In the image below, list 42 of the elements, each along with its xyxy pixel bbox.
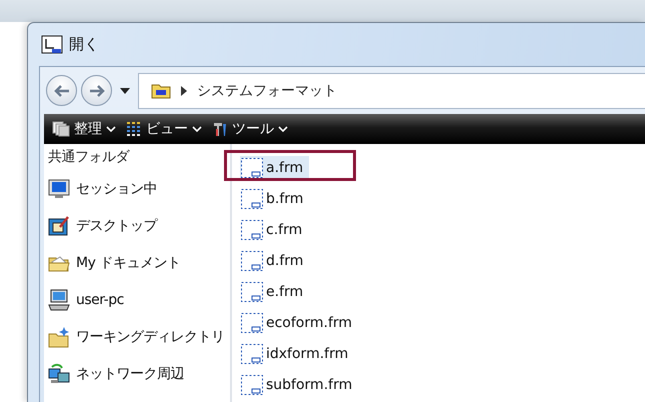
file-item[interactable]: d.frm — [240, 248, 310, 272]
tools-icon — [212, 121, 228, 137]
grid-view-icon — [126, 121, 142, 137]
sidebar-item[interactable]: My ドキュメント — [76, 254, 180, 272]
chevron-down-icon — [192, 126, 202, 132]
forward-button[interactable] — [81, 75, 112, 106]
folder-icon — [48, 254, 70, 272]
pages-icon — [52, 121, 70, 137]
sidebar-item[interactable]: user-pc — [76, 292, 124, 308]
desktop-icon — [48, 214, 70, 236]
toolbar-button[interactable]: 整理 — [50, 120, 118, 138]
sidebar-header: 共通フォルダ — [47, 148, 130, 167]
back-button[interactable] — [46, 75, 77, 106]
address-bar[interactable]: システムフォーマット — [138, 72, 645, 108]
chevron-down-icon — [278, 126, 288, 132]
sidebar-item[interactable]: デスクトップ — [76, 216, 157, 234]
file-item[interactable]: c.frm — [240, 218, 308, 242]
sidebar-item[interactable]: セッション中 — [76, 180, 157, 198]
breadcrumb-arrow-icon — [181, 86, 187, 96]
folder-icon — [151, 82, 171, 98]
file-item[interactable]: e.frm — [240, 280, 310, 304]
sidebar-item[interactable]: ワーキングディレクトリ — [76, 328, 224, 346]
file-item[interactable]: b.frm — [240, 186, 310, 210]
chevron-down-icon — [106, 126, 116, 132]
dropdown-arrow-icon[interactable] — [120, 88, 130, 94]
window-icon — [41, 34, 63, 54]
sidebar-item[interactable]: ネットワーク周辺 — [76, 364, 184, 382]
window-title: 開く — [69, 35, 99, 54]
file-item[interactable]: ecoform.frm — [240, 310, 358, 334]
monitor-icon — [48, 178, 70, 198]
file-item[interactable]: subform.frm — [240, 372, 358, 396]
computer-icon — [48, 288, 70, 310]
back-arrow-icon — [52, 84, 70, 98]
toolbar-button[interactable]: ツール — [210, 120, 290, 138]
toolbar-button[interactable]: ビュー — [124, 120, 204, 138]
folder-icon — [48, 326, 70, 348]
address-path[interactable]: システムフォーマット — [197, 82, 337, 100]
forward-arrow-icon — [88, 84, 106, 98]
file-item[interactable]: idxform.frm — [240, 342, 354, 366]
form-file-icon — [240, 156, 264, 178]
file-item[interactable]: a.frm — [240, 156, 310, 180]
network-icon — [48, 362, 70, 384]
